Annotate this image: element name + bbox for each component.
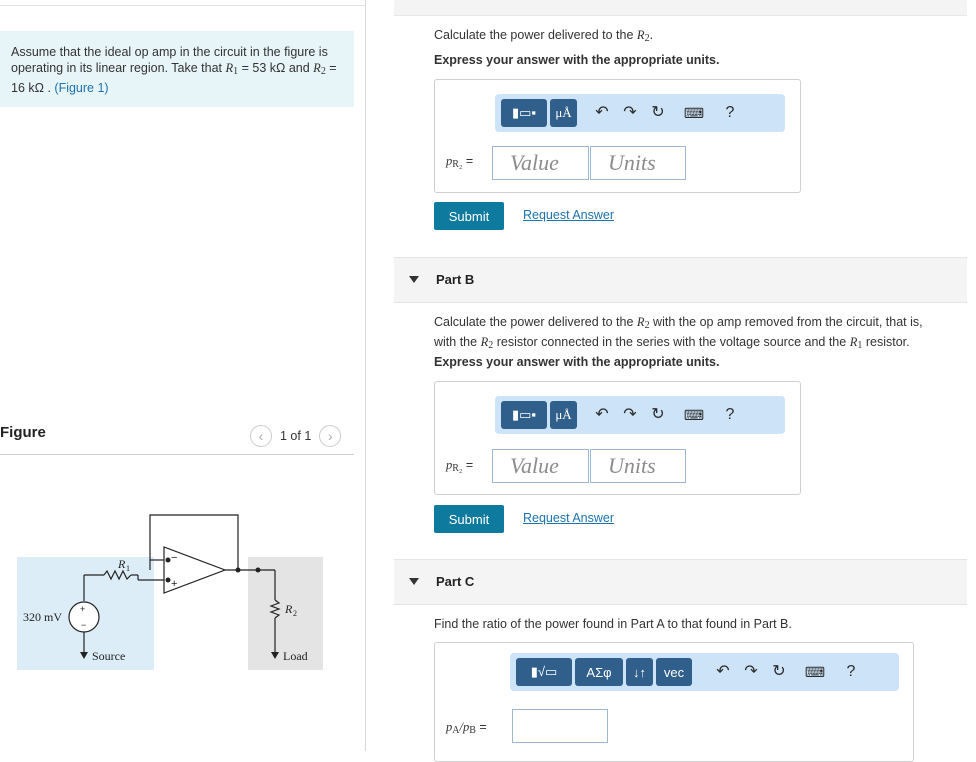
- chevron-right-icon[interactable]: ›: [319, 425, 342, 447]
- part-b-answer-label: pR₂ =: [446, 458, 474, 474]
- arrows-button[interactable]: ↓↑: [626, 658, 653, 686]
- part-b-express: Express your answer with the appropriate…: [434, 355, 720, 369]
- chevron-left-icon[interactable]: ‹: [250, 425, 272, 447]
- r2-sub-label: 2: [293, 609, 297, 618]
- part-b-title: Part B: [436, 272, 475, 287]
- r2-label: R: [284, 602, 293, 616]
- help-icon[interactable]: ?: [716, 396, 744, 434]
- part-b-units-input[interactable]: Units: [590, 449, 686, 483]
- redo-icon[interactable]: ↷: [616, 396, 644, 434]
- source-minus-label: −: [81, 620, 86, 630]
- part-c-prompt: Find the ratio of the power found in Par…: [434, 617, 792, 631]
- top-divider: [0, 5, 366, 6]
- reset-icon[interactable]: ↻: [644, 94, 672, 132]
- reset-icon[interactable]: ↻: [644, 396, 672, 434]
- part-a-units-input[interactable]: Units: [590, 146, 686, 180]
- r1-symbol: R1: [225, 61, 239, 77]
- figure-pager: ‹ 1 of 1 ›: [250, 425, 342, 447]
- figure-divider: [0, 454, 354, 455]
- templates-icon[interactable]: ▮▭▪: [501, 401, 547, 429]
- part-a-answer-label: pR₂ =: [446, 154, 474, 170]
- vec-button[interactable]: vec: [656, 658, 692, 686]
- undo-icon[interactable]: ↶: [588, 396, 616, 434]
- part-b-answer-box: ▮▭▪ μÅ ↶ ↷ ↻ ⌨ ? pR₂ = Value Units: [434, 381, 801, 495]
- part-a-request-answer-link[interactable]: Request Answer: [523, 208, 614, 222]
- reset-icon[interactable]: ↻: [765, 653, 793, 691]
- junction-dot: [235, 567, 241, 573]
- part-c-answer-input[interactable]: [512, 709, 608, 743]
- part-a-value-input[interactable]: Value: [492, 146, 589, 180]
- part-b-submit-button[interactable]: Submit: [434, 505, 504, 533]
- part-b-toolbar: ▮▭▪ μÅ ↶ ↷ ↻ ⌨ ?: [495, 396, 785, 434]
- part-a-submit-button[interactable]: Submit: [434, 202, 504, 230]
- figure-count: 1 of 1: [280, 429, 312, 443]
- op-amp-plus-label: +: [171, 578, 177, 590]
- source-plus-label: +: [80, 604, 85, 614]
- redo-icon[interactable]: ↷: [616, 94, 644, 132]
- r1-label: R: [117, 557, 126, 571]
- keyboard-icon[interactable]: ⌨: [793, 653, 837, 691]
- part-b-prompt: Calculate the power delivered to the R2 …: [434, 315, 923, 351]
- redo-icon[interactable]: ↷: [737, 653, 765, 691]
- junction-dot: [255, 567, 261, 573]
- part-c-answer-box: ▮√▭ ΑΣφ ↓↑ vec ↶ ↷ ↻ ⌨ ? pA/pB =: [434, 642, 914, 762]
- caret-down-icon: [409, 578, 419, 585]
- part-c-header[interactable]: Part C: [394, 559, 967, 605]
- top-bar: [394, 0, 967, 16]
- keyboard-icon[interactable]: ⌨: [672, 396, 716, 434]
- part-c-title: Part C: [436, 574, 475, 589]
- part-a-prompt: Calculate the power delivered to the R2.: [434, 28, 654, 44]
- r1-value: = 53 kΩ and: [238, 61, 310, 75]
- part-c-answer-label: pA/pB =: [446, 720, 487, 736]
- undo-icon[interactable]: ↶: [588, 94, 616, 132]
- part-c-toolbar: ▮√▭ ΑΣφ ↓↑ vec ↶ ↷ ↻ ⌨ ?: [510, 653, 899, 691]
- help-icon[interactable]: ?: [837, 653, 865, 691]
- help-icon[interactable]: ?: [716, 94, 744, 132]
- part-a-answer-box: ▮▭▪ μÅ ↶ ↷ ↻ ⌨ ? pR₂ = Value Units: [434, 79, 801, 193]
- undo-icon[interactable]: ↶: [709, 653, 737, 691]
- part-a-express: Express your answer with the appropriate…: [434, 53, 720, 67]
- keyboard-icon[interactable]: ⌨: [672, 94, 716, 132]
- r2-symbol: R2: [313, 61, 326, 77]
- greek-letters-button[interactable]: ΑΣφ: [575, 658, 623, 686]
- load-label: Load: [283, 649, 308, 663]
- problem-panel: Assume that the ideal op amp in the circ…: [0, 0, 366, 751]
- questions-panel: Calculate the power delivered to the R2.…: [367, 0, 976, 762]
- circuit-diagram: − + + − R 1 R 2 320 mV Source Load: [17, 514, 323, 670]
- junction-dot: [165, 577, 171, 583]
- units-icon[interactable]: μÅ: [550, 99, 577, 127]
- voltage-label: 320 mV: [23, 610, 62, 624]
- figure-link[interactable]: (Figure 1): [54, 81, 108, 95]
- caret-down-icon: [409, 276, 419, 283]
- part-a-toolbar: ▮▭▪ μÅ ↶ ↷ ↻ ⌨ ?: [495, 94, 785, 132]
- r1-sub-label: 1: [126, 564, 130, 573]
- problem-statement: Assume that the ideal op amp in the circ…: [0, 31, 354, 107]
- op-amp-minus-label: −: [171, 552, 177, 564]
- junction-dot: [165, 557, 171, 563]
- part-b-value-input[interactable]: Value: [492, 449, 589, 483]
- part-b-header[interactable]: Part B: [394, 257, 967, 303]
- part-b-request-answer-link[interactable]: Request Answer: [523, 511, 614, 525]
- templates-icon[interactable]: ▮▭▪: [501, 99, 547, 127]
- figure-title: Figure: [0, 424, 46, 441]
- source-label: Source: [92, 649, 125, 663]
- units-icon[interactable]: μÅ: [550, 401, 577, 429]
- templates-icon[interactable]: ▮√▭: [516, 658, 572, 686]
